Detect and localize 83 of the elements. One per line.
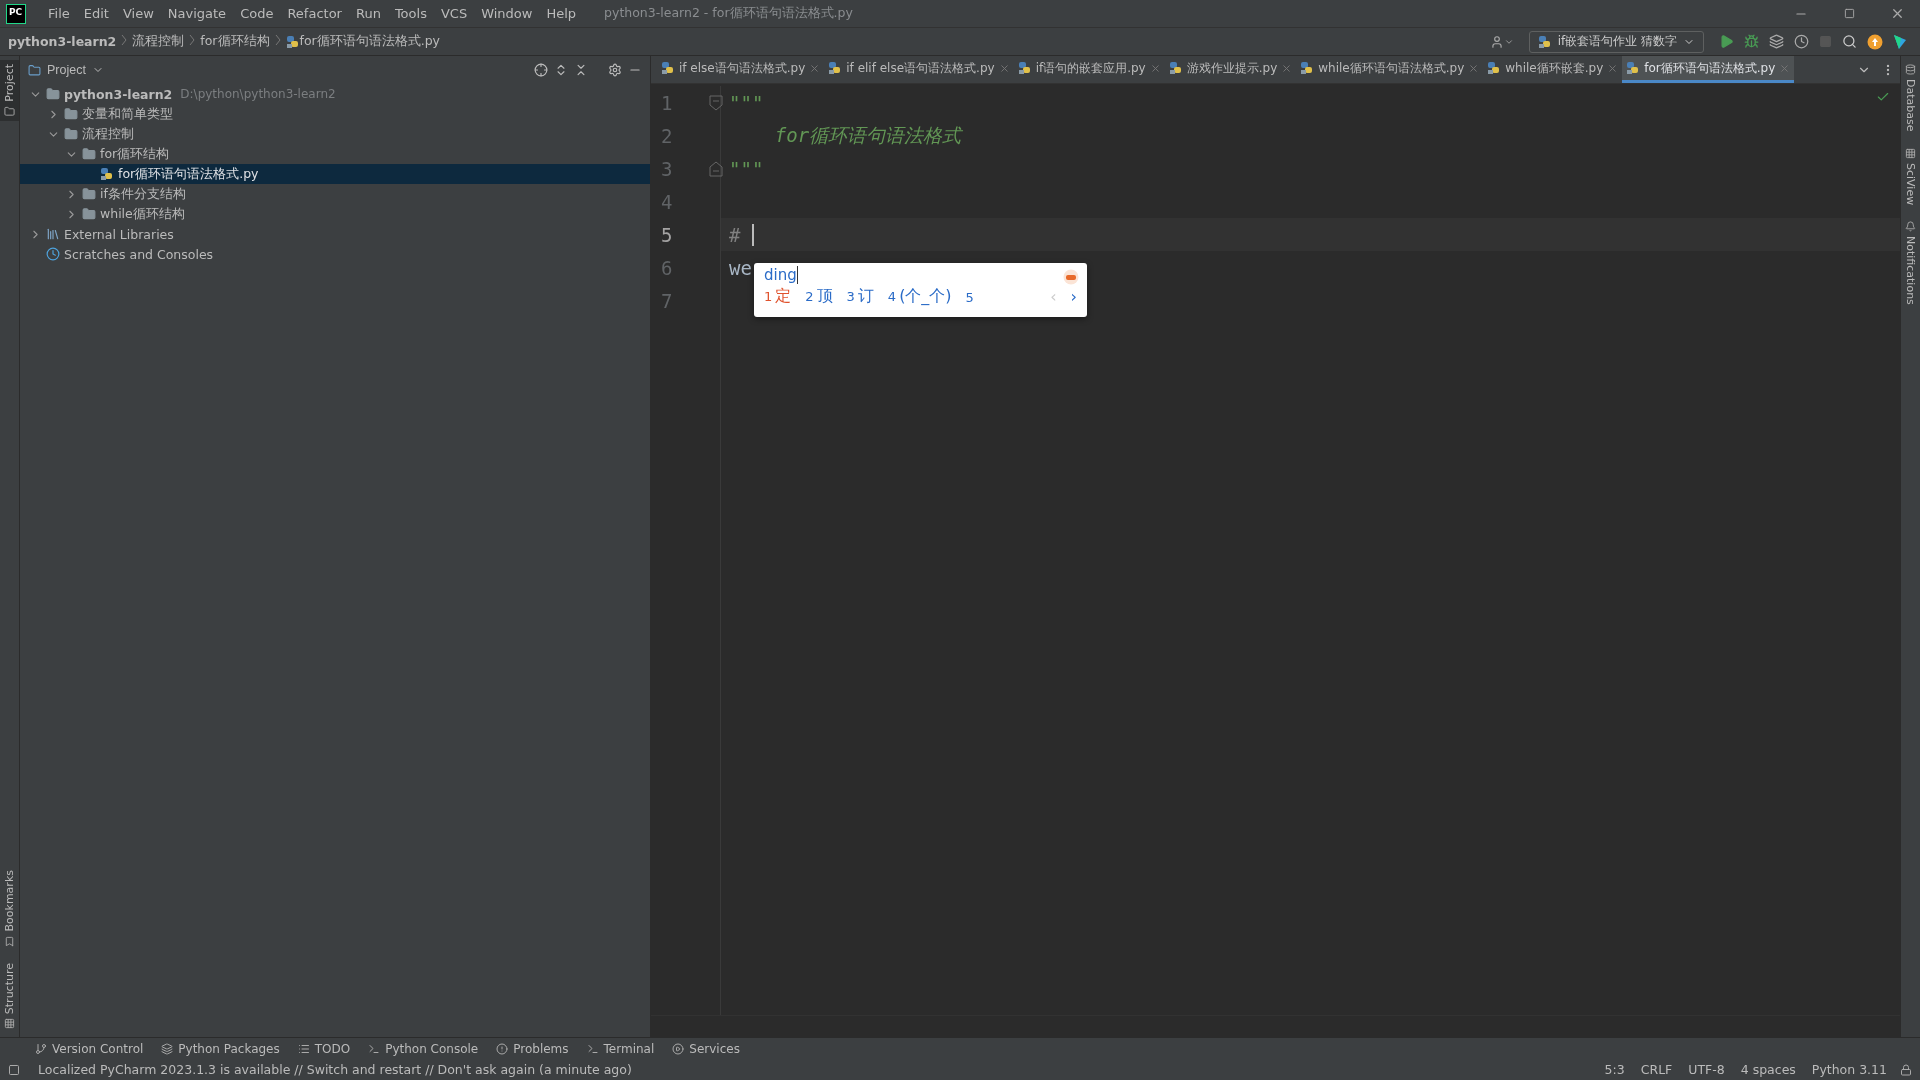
tree-item-label: 变量和简单类型 (82, 105, 173, 123)
editor-tab[interactable]: 游戏作业提示.py (1164, 56, 1297, 83)
app-logo: PC (6, 3, 26, 24)
status-item[interactable]: 4 spaces (1737, 1062, 1799, 1077)
tool-window-tab[interactable]: SciView (1901, 143, 1920, 209)
docstring-text: """ (729, 157, 764, 180)
tree-item-label: python3-learn2 (64, 86, 173, 102)
editor-tab[interactable]: if else语句语法格式.py (657, 56, 825, 83)
tool-window-tab[interactable]: Bookmarks (0, 866, 19, 951)
tree-item-label: for循环语句语法格式.py (118, 165, 259, 183)
tree-item-label: for循环结构 (100, 145, 170, 163)
menu-item[interactable]: File (42, 6, 76, 21)
window-title: python3-learn2 - for循环语句语法格式.py (604, 5, 854, 22)
docstring-text: for循环语句语法格式 (773, 122, 962, 148)
tool-window-tab[interactable]: Database (1901, 60, 1920, 136)
status-item[interactable]: UTF-8 (1685, 1062, 1728, 1077)
menu-item[interactable]: VCS (434, 6, 474, 21)
ime-candidate[interactable]: 5 (965, 287, 977, 306)
line-number: 7 (660, 288, 674, 314)
code-text: we (729, 256, 752, 279)
tool-window-button[interactable]: Python Packages (154, 1041, 287, 1056)
tree-item-label: while循环结构 (100, 205, 185, 223)
tree-item[interactable]: while循环结构 (20, 204, 650, 224)
line-number: 4 (660, 189, 674, 215)
menu-item[interactable]: Code (234, 6, 280, 21)
tool-window-button[interactable]: TODO (290, 1041, 358, 1056)
menu-item[interactable]: Tools (388, 6, 433, 21)
breadcrumb[interactable]: for循环结构 (200, 33, 270, 50)
breadcrumb[interactable]: for循环语句语法格式.py (299, 33, 440, 50)
line-number: 6 (660, 255, 674, 281)
tree-item[interactable]: 流程控制 (20, 124, 650, 144)
editor-tab[interactable]: while循环嵌套.py (1483, 56, 1623, 83)
line-number: 1 (660, 90, 674, 116)
ime-candidate[interactable]: 2 顶 (805, 286, 833, 307)
ime-next[interactable]: › (1070, 287, 1077, 306)
ime-candidate[interactable]: 3 订 (846, 286, 874, 307)
breadcrumb[interactable]: python3-learn2 (8, 34, 117, 49)
menu-item[interactable]: Refactor (281, 6, 348, 21)
tool-window-button[interactable]: Problems (489, 1041, 576, 1056)
tree-item-label: 流程控制 (82, 125, 134, 143)
tool-window-button[interactable]: Version Control (28, 1041, 151, 1056)
editor-tab[interactable]: if elif else语句语法格式.py (824, 56, 1014, 83)
docstring-text: """ (729, 91, 764, 114)
ime-candidate[interactable]: 1 定 (764, 286, 792, 307)
editor-tab[interactable]: while循环语句语法格式.py (1296, 56, 1484, 83)
run-configuration[interactable]: if嵌套语句作业 猜数字 (1528, 30, 1704, 53)
code-comment: # (729, 223, 742, 246)
menu-item[interactable]: Navigate (161, 6, 233, 21)
menu-item[interactable]: Edit (77, 6, 115, 21)
menu-item[interactable]: Window (475, 6, 539, 21)
menu-item[interactable]: Help (540, 6, 583, 21)
line-number: 2 (660, 123, 674, 149)
tree-item[interactable]: 变量和简单类型 (20, 104, 650, 124)
tree-item-label: if条件分支结构 (100, 185, 186, 203)
line-number: 3 (660, 156, 674, 182)
editor-tab[interactable]: for循环语句语法格式.py (1622, 56, 1795, 83)
tree-item[interactable]: if条件分支结构 (20, 184, 650, 204)
tool-window-button[interactable]: Terminal (579, 1041, 662, 1056)
status-item[interactable]: 5:3 (1601, 1062, 1628, 1077)
breadcrumb[interactable]: 流程控制 (132, 33, 185, 50)
tool-window-button[interactable]: Services (665, 1041, 747, 1056)
tool-window-tab[interactable]: Project (0, 60, 19, 121)
tree-item[interactable]: Scratches and Consoles (20, 244, 650, 264)
tool-window-tab[interactable]: Structure (0, 958, 19, 1033)
editor-tab[interactable]: if语句的嵌套应用.py (1013, 56, 1165, 83)
tree-item[interactable]: for循环结构 (20, 144, 650, 164)
status-message: Localized PyCharm 2023.1.3 is available // Switch and restart // Don't ask again (a minute ago) (38, 1062, 633, 1077)
tree-item[interactable]: External Libraries (20, 224, 650, 244)
project-path: D:\python\python3-learn2 (180, 87, 336, 101)
project-view-selector[interactable]: Project (28, 63, 104, 77)
tree-item[interactable]: for循环语句语法格式.py (20, 164, 650, 184)
tool-window-tab[interactable]: Notifications (1901, 216, 1920, 309)
menu-item[interactable]: Run (349, 6, 387, 21)
status-item[interactable]: CRLF (1637, 1062, 1676, 1077)
menu-item[interactable]: View (116, 6, 160, 21)
tree-item-label: Scratches and Consoles (64, 246, 214, 262)
ime-composition: ding (764, 266, 798, 284)
ime-candidate[interactable]: 4 (个_个) (887, 286, 952, 307)
line-number: 5 (660, 222, 674, 248)
tree-item[interactable]: python3-learn2 D:\python\python3-learn2 (20, 84, 650, 104)
tree-item-label: External Libraries (64, 226, 174, 242)
tool-window-button[interactable]: Python Console (361, 1041, 486, 1056)
status-item[interactable]: Python 3.11 (1808, 1062, 1890, 1077)
